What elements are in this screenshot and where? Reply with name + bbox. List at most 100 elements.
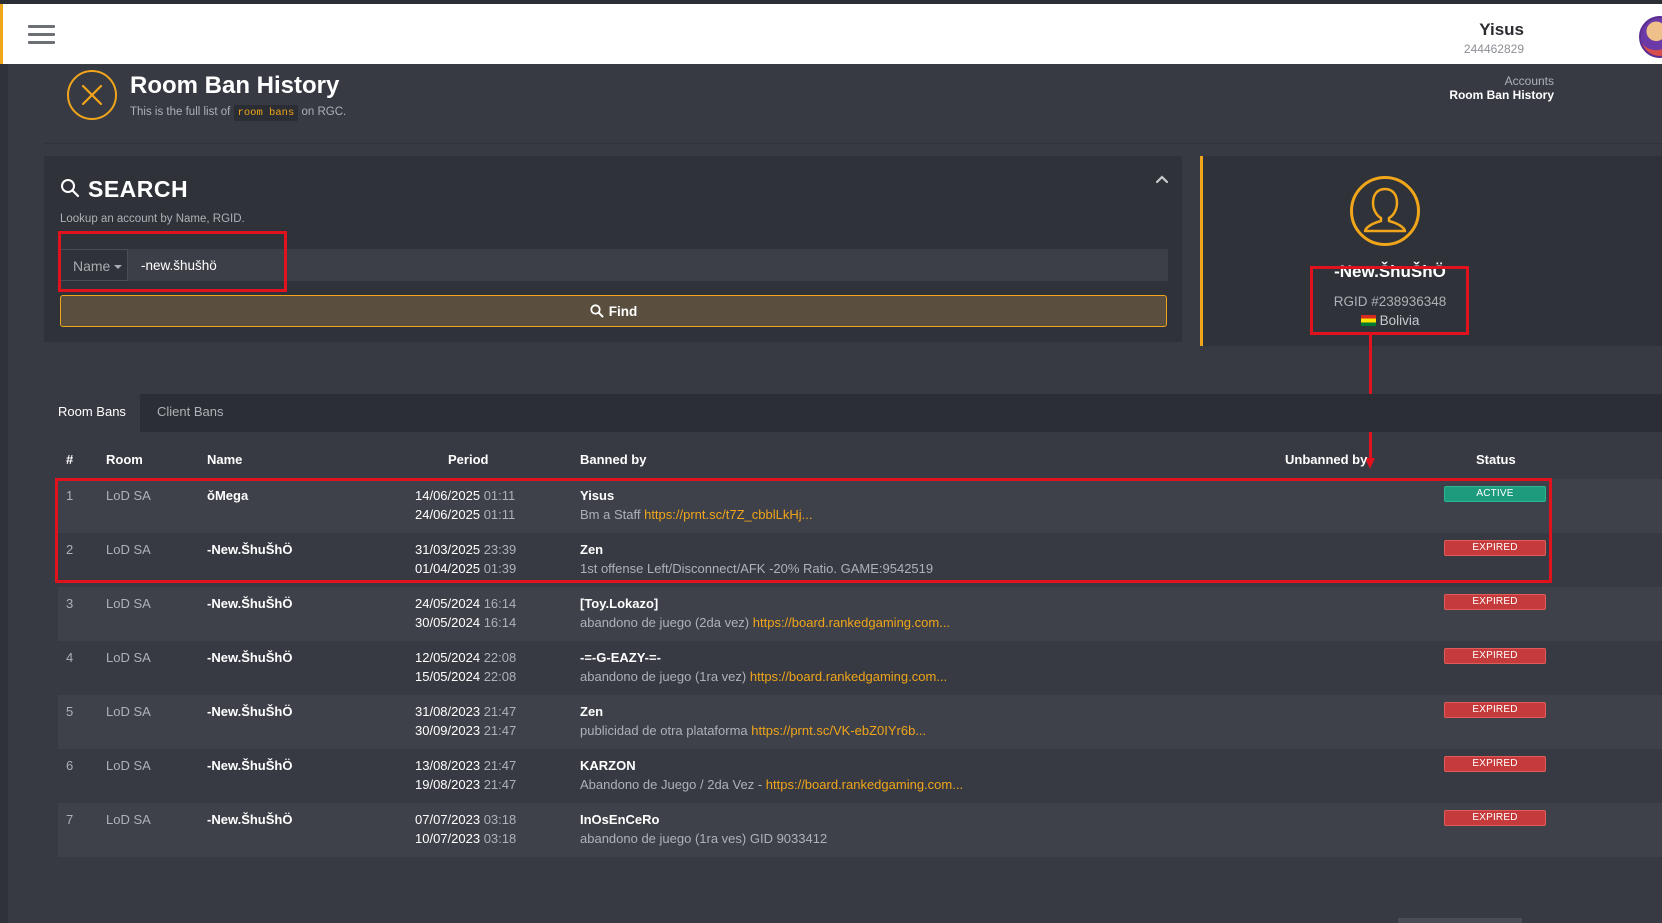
profile-country: Bolivia [1310, 313, 1470, 328]
row-end: 01/04/2025 01:39 [415, 561, 517, 576]
row-num: 7 [66, 812, 74, 827]
row-num: 5 [66, 704, 74, 719]
table-header: # Room Name Period Banned by Unbanned by… [58, 452, 1662, 476]
close-circle-icon [67, 70, 117, 120]
row-start: 13/08/2023 21:47 [415, 758, 517, 773]
status-badge: EXPIRED [1444, 594, 1546, 610]
table-row[interactable]: 2 LoD SA -New.ŠhuŠhÖ 31/03/2025 23:39 01/04/… [58, 533, 1662, 587]
status-badge: EXPIRED [1444, 756, 1546, 772]
user-icon [1350, 176, 1420, 246]
row-name[interactable]: ǒMega [207, 488, 248, 503]
page-title: Room Ban History [130, 72, 340, 99]
row-reason: Bm a Staff https://prnt.sc/t7Z_cbblLkHj.… [580, 507, 813, 522]
tabs-bar: Room Bans Client Bans [44, 394, 1662, 432]
th-room: Room [106, 452, 143, 467]
status-badge: EXPIRED [1444, 810, 1546, 826]
table-row[interactable]: 1 LoD SA ǒMega 14/06/2025 01:11 24/06/2025 0… [58, 479, 1662, 533]
breadcrumb-accounts[interactable]: Accounts [1505, 74, 1554, 88]
breadcrumb-current: Room Ban History [1449, 88, 1554, 102]
row-room: LoD SA [106, 704, 151, 719]
row-reason: publicidad de otra plataforma https://pr… [580, 723, 927, 738]
row-end: 19/08/2023 21:47 [415, 777, 517, 792]
row-room: LoD SA [106, 758, 151, 773]
caret-down-icon [114, 265, 123, 270]
th-name: Name [207, 452, 243, 467]
th-period: Period [448, 452, 489, 467]
left-sidebar-edge [0, 64, 8, 923]
table-row[interactable]: 6 LoD SA -New.ŠhuŠhÖ 13/08/2023 21:47 19/08/… [58, 749, 1662, 803]
row-banned-by[interactable]: Zen [580, 542, 603, 557]
row-name[interactable]: -New.ŠhuŠhÖ [207, 758, 292, 773]
subtitle-code: room bans [233, 105, 299, 121]
row-num: 6 [66, 758, 74, 773]
row-name[interactable]: -New.ŠhuŠhÖ [207, 650, 292, 665]
row-reason: abandono de juego (1ra vez) https://boar… [580, 669, 948, 684]
row-end: 15/05/2024 22:08 [415, 669, 517, 684]
row-reason: 1st offense Left/Disconnect/AFK -20% Rat… [580, 561, 934, 576]
th-unbanned-by: Unbanned by [1285, 452, 1368, 467]
row-start: 31/03/2025 23:39 [415, 542, 517, 557]
row-link[interactable]: https://board.rankedgaming.com... [753, 615, 950, 630]
search-input[interactable] [130, 249, 1168, 281]
row-start: 31/08/2023 21:47 [415, 704, 517, 719]
profile-name: -New.ŠhuŠhÖ [1334, 262, 1446, 281]
user-name: Yisus [1479, 20, 1524, 39]
row-reason: abandono de juego (1ra ves) GID 9033412 [580, 831, 828, 846]
profile-rgid: RGID #238936348 [1333, 294, 1447, 309]
hamburger-icon[interactable] [28, 23, 56, 47]
search-description: Lookup an account by Name, RGID. [60, 213, 245, 225]
row-room: LoD SA [106, 812, 151, 827]
row-banned-by[interactable]: [Toy.Lokazo] [580, 596, 658, 611]
th-status: Status [1476, 452, 1516, 467]
row-banned-by[interactable]: Yisus [580, 488, 614, 503]
pagination[interactable] [1398, 918, 1522, 923]
row-num: 1 [66, 488, 74, 503]
row-reason: abandono de juego (2da vez) https://boar… [580, 615, 951, 630]
find-button[interactable]: Find [60, 295, 1167, 327]
row-room: LoD SA [106, 542, 151, 557]
row-name[interactable]: -New.ŠhuŠhÖ [207, 542, 292, 557]
row-banned-by[interactable]: KARZON [580, 758, 636, 773]
row-link[interactable]: https://prnt.sc/VK-ebZ0IYr6b... [751, 723, 926, 738]
bolivia-flag-icon [1360, 315, 1376, 326]
status-badge: EXPIRED [1444, 540, 1546, 556]
tab-client-bans[interactable]: Client Bans [143, 394, 237, 432]
th-banned-by: Banned by [580, 452, 647, 467]
row-banned-by[interactable]: InOsEnCeRo [580, 812, 659, 827]
search-type-dropdown[interactable]: Name [60, 249, 128, 281]
search-input-group: Name [60, 249, 1168, 281]
status-badge: ACTIVE [1444, 486, 1546, 502]
row-link[interactable]: https://board.rankedgaming.com... [750, 669, 947, 684]
row-banned-by[interactable]: Zen [580, 704, 603, 719]
top-bar: Yisus 244462829 [0, 4, 1662, 64]
row-reason: Abandono de Juego / 2da Vez - https://bo… [580, 777, 964, 792]
page-subtitle: This is the full list of room bans on RG… [130, 105, 347, 121]
avatar[interactable] [1639, 16, 1662, 58]
tab-room-bans[interactable]: Room Bans [44, 394, 140, 432]
row-room: LoD SA [106, 650, 151, 665]
row-num: 3 [66, 596, 74, 611]
row-end: 30/05/2024 16:14 [415, 615, 517, 630]
row-name[interactable]: -New.ŠhuŠhÖ [207, 596, 292, 611]
search-panel: SEARCH Lookup an account by Name, RGID. … [44, 156, 1182, 342]
table-row[interactable]: 3 LoD SA -New.ŠhuŠhÖ 24/05/2024 16:14 30/05/… [58, 587, 1662, 641]
row-banned-by[interactable]: -=-G-EAZY-=- [580, 650, 661, 665]
row-end: 10/07/2023 03:18 [415, 831, 517, 846]
user-id: 244462829 [1463, 42, 1524, 56]
row-num: 2 [66, 542, 74, 557]
row-name[interactable]: -New.ŠhuŠhÖ [207, 812, 292, 827]
row-start: 07/07/2023 03:18 [415, 812, 517, 827]
page-header: Room Ban History This is the full list o… [44, 64, 1662, 144]
chevron-up-icon[interactable] [1152, 170, 1172, 190]
table-row[interactable]: 4 LoD SA -New.ŠhuŠhÖ 12/05/2024 22:08 15/05/… [58, 641, 1662, 695]
row-link[interactable]: https://prnt.sc/t7Z_cbblLkHj... [644, 507, 812, 522]
row-link[interactable]: https://board.rankedgaming.com... [766, 777, 963, 792]
status-badge: EXPIRED [1444, 648, 1546, 664]
row-name[interactable]: -New.ŠhuŠhÖ [207, 704, 292, 719]
status-badge: EXPIRED [1444, 702, 1546, 718]
search-icon [590, 304, 604, 318]
row-start: 14/06/2025 01:11 [415, 488, 516, 503]
table-row[interactable]: 7 LoD SA -New.ŠhuŠhÖ 07/07/2023 03:18 10/07/… [58, 803, 1662, 857]
th-num: # [66, 452, 74, 467]
table-row[interactable]: 5 LoD SA -New.ŠhuŠhÖ 31/08/2023 21:47 30/09/… [58, 695, 1662, 749]
